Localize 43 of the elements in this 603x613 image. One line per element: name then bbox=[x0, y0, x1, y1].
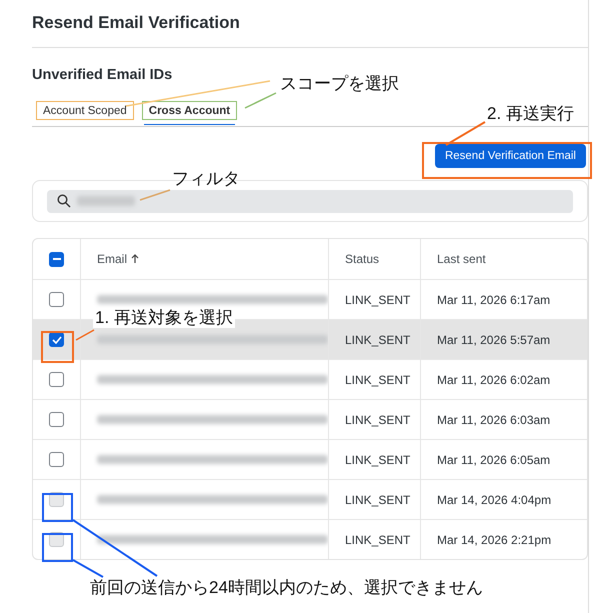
annotation-text: 1. 再送対象を選択 bbox=[93, 308, 235, 328]
page-title: Resend Email Verification bbox=[32, 13, 241, 34]
last-sent-cell: Mar 14, 2026 4:04pm bbox=[437, 492, 552, 506]
highlight-frame bbox=[41, 331, 74, 363]
column-header[interactable]: Email bbox=[97, 252, 140, 266]
column-header[interactable]: Status bbox=[345, 252, 380, 266]
annotation-text: 前回の送信から24時間以内のため、選択できません bbox=[90, 578, 483, 598]
status-cell: LINK_SENT bbox=[345, 452, 410, 466]
annotation-text: 2. 再送実行 bbox=[487, 104, 574, 124]
check-icon bbox=[52, 336, 62, 344]
last-sent-cell: Mar 11, 2026 6:05am bbox=[437, 452, 550, 466]
row-checkbox[interactable] bbox=[49, 332, 64, 347]
annotation-text: スコープを選択 bbox=[280, 74, 399, 94]
column-header[interactable]: Last sent bbox=[437, 252, 486, 266]
annotation-text: フィルタ bbox=[172, 169, 240, 190]
status-cell: LINK_SENT bbox=[345, 292, 410, 306]
section-title: Unverified Email IDs bbox=[32, 67, 172, 85]
last-sent-cell: Mar 11, 2026 6:03am bbox=[437, 412, 550, 426]
last-sent-cell: Mar 14, 2026 2:21pm bbox=[437, 532, 552, 546]
row-checkbox[interactable] bbox=[49, 292, 64, 307]
status-cell: LINK_SENT bbox=[345, 532, 410, 546]
leader-line bbox=[140, 189, 170, 201]
last-sent-cell: Mar 11, 2026 6:17am bbox=[437, 292, 550, 306]
select-all-checkbox[interactable] bbox=[49, 252, 64, 266]
leader-line bbox=[446, 121, 486, 146]
search-icon bbox=[57, 194, 71, 208]
sort-arrow-icon bbox=[131, 254, 140, 264]
redacted-query bbox=[77, 196, 135, 206]
leader-line bbox=[76, 329, 94, 341]
status-cell: LINK_SENT bbox=[345, 372, 410, 386]
last-sent-cell: Mar 11, 2026 5:57am bbox=[437, 332, 550, 346]
row-checkbox[interactable] bbox=[49, 412, 64, 427]
row-checkbox[interactable] bbox=[49, 452, 64, 467]
last-sent-cell: Mar 11, 2026 6:02am bbox=[437, 372, 550, 386]
status-cell: LINK_SENT bbox=[345, 492, 410, 506]
row-checkbox[interactable] bbox=[49, 372, 64, 387]
search-field[interactable] bbox=[47, 190, 573, 212]
status-cell: LINK_SENT bbox=[345, 332, 410, 346]
status-cell: LINK_SENT bbox=[345, 412, 410, 426]
tab[interactable]: Account Scoped bbox=[36, 101, 134, 120]
highlight-frame bbox=[42, 493, 73, 522]
resend-button[interactable]: Resend Verification Email bbox=[434, 144, 586, 168]
highlight-frame bbox=[42, 533, 73, 562]
